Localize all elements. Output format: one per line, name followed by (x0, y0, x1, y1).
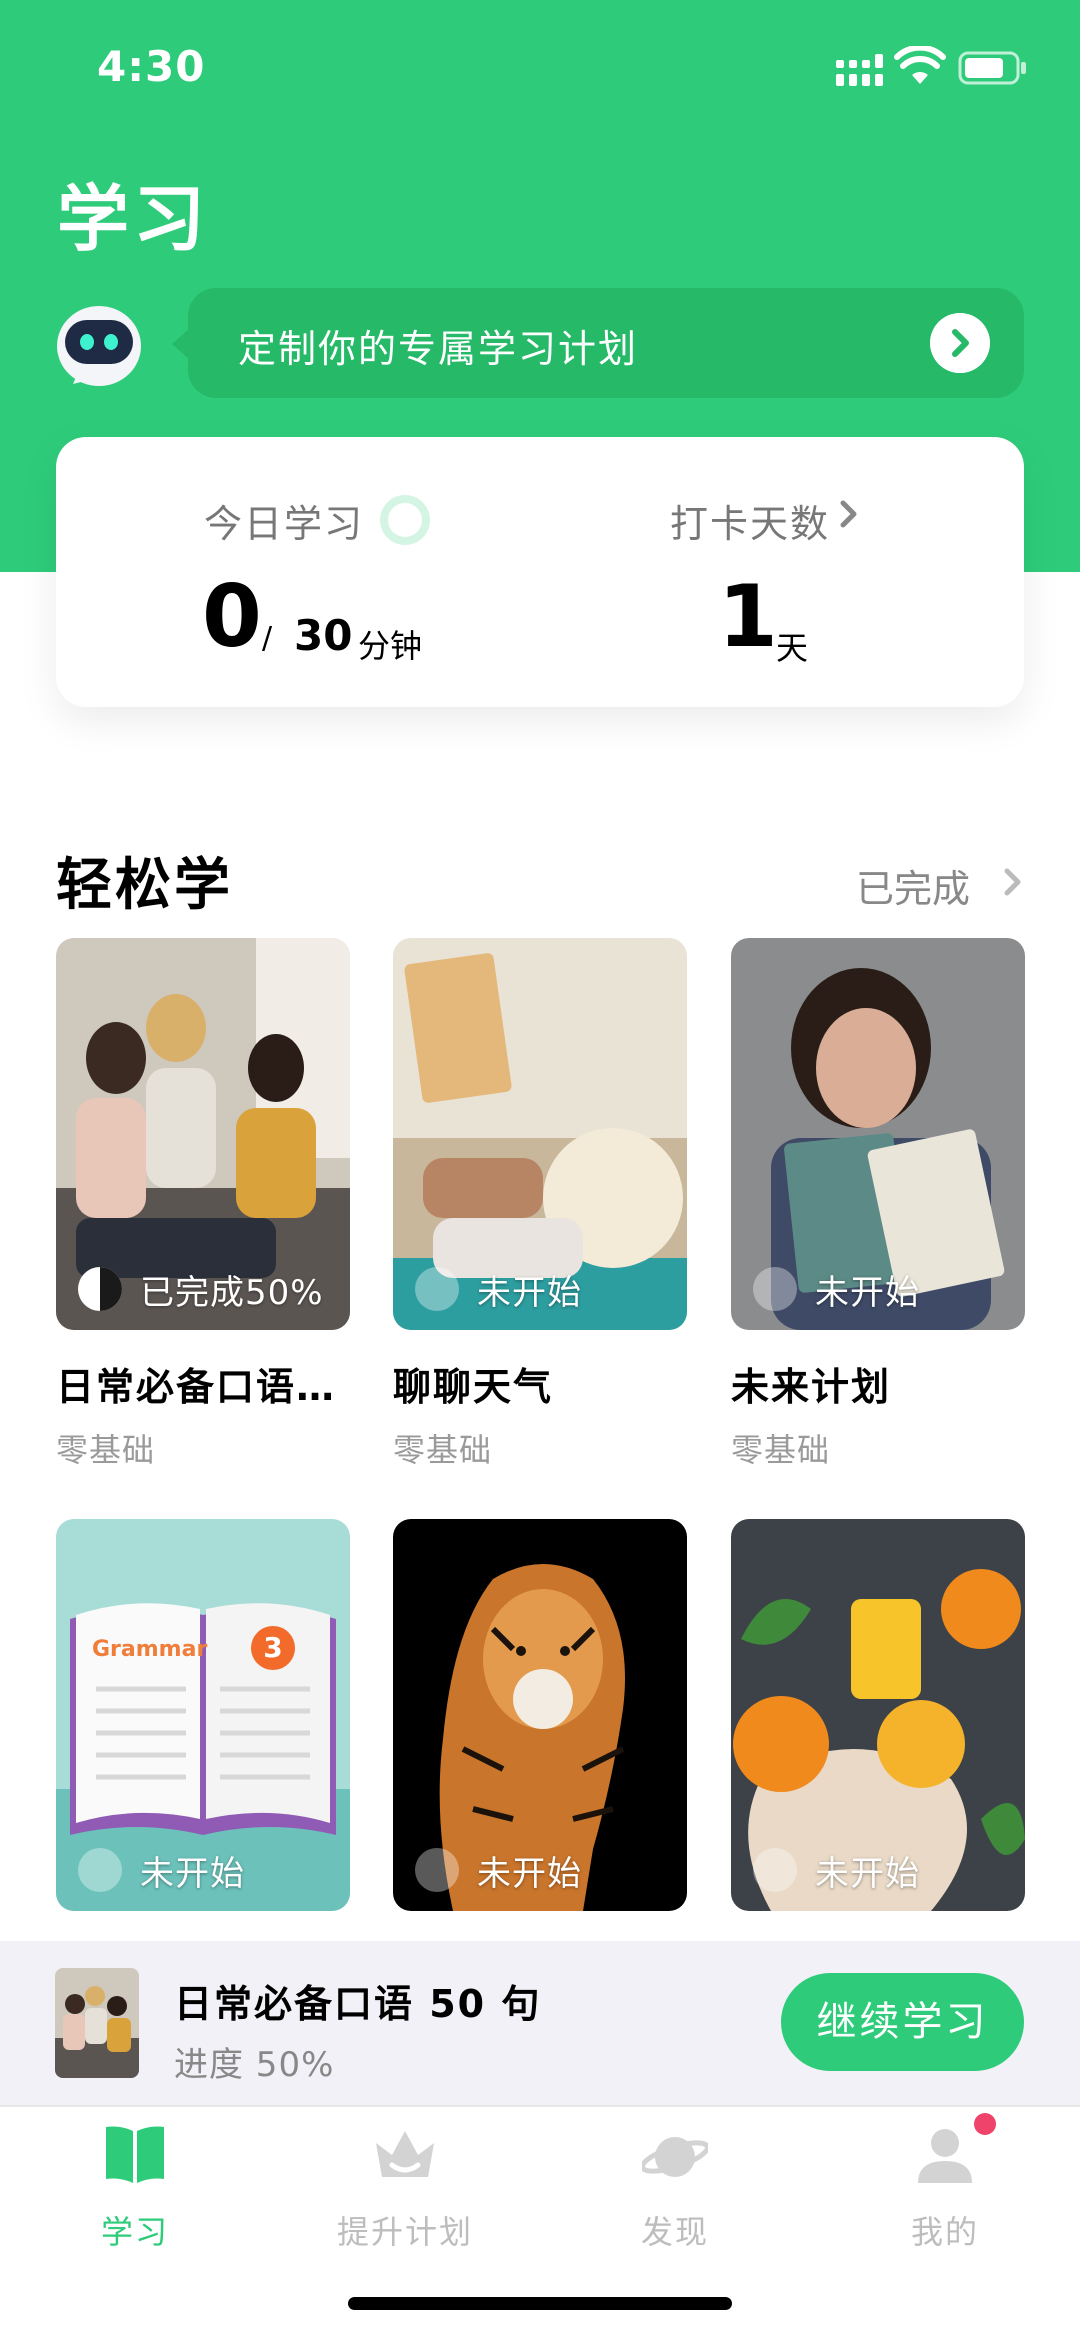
course-cover-image: 未开始 (731, 1519, 1025, 1911)
robot-assistant-icon[interactable] (55, 300, 143, 392)
continue-course-progress: 进度 50% (174, 2045, 335, 2085)
course-level: 零基础 (56, 1431, 156, 1469)
course-card[interactable]: 未开始 (393, 1519, 687, 1911)
checkin-days-unit: 天 (776, 629, 809, 667)
tab-improvement-plan[interactable]: 提升计划 (270, 2107, 540, 2257)
course-status-text: 已完成50% (140, 1272, 324, 1313)
continue-learning-bar[interactable]: 日常必备口语 50 句 进度 50% 继续学习 (0, 1941, 1080, 2105)
checkin-days-link[interactable]: 打卡天数 (670, 493, 830, 548)
course-cover-image: 未开始 (731, 938, 1025, 1330)
course-status-text: 未开始 (815, 1853, 920, 1894)
completed-link[interactable]: 已完成 (856, 858, 970, 913)
study-stats-card: 今日学习 0 / 30 分钟 打卡天数 1 天 (56, 437, 1024, 707)
continue-learning-button[interactable]: 继续学习 (781, 1973, 1024, 2071)
course-title: 未来计划 (731, 1365, 892, 1409)
today-goal-value: 30 (294, 611, 353, 660)
tab-label: 提升计划 (336, 2213, 473, 2251)
course-status-text: 未开始 (815, 1272, 920, 1313)
today-minutes-value: 0 (202, 567, 262, 667)
plan-banner-text: 定制你的专属学习计划 (238, 327, 639, 371)
progress-circle-icon (753, 1848, 797, 1892)
today-study-label: 今日学习 (204, 502, 365, 546)
crown-icon (376, 2131, 434, 2177)
course-status-text: 未开始 (140, 1853, 245, 1894)
course-card[interactable]: 未开始 (731, 1519, 1025, 1911)
half-progress-icon (78, 1267, 122, 1311)
progress-circle-icon (415, 1848, 459, 1892)
person-icon (918, 2129, 972, 2183)
tab-discover[interactable]: 发现 (540, 2107, 810, 2257)
course-status-badge: 已完成50% (78, 1266, 324, 1313)
tab-label: 发现 (640, 2213, 709, 2251)
course-card[interactable]: Grammar 3 未开始 (56, 1519, 350, 1911)
today-unit: 分钟 (358, 627, 423, 665)
cover-label: Grammar (92, 1637, 208, 1662)
checkin-days-value: 1 (718, 567, 778, 667)
course-status-badge: 未开始 (753, 1266, 920, 1313)
today-separator: / (262, 621, 273, 656)
course-card[interactable]: 未开始 未来计划 零基础 (731, 938, 1025, 1471)
course-status-badge: 未开始 (415, 1847, 582, 1894)
course-cover-image: Grammar 3 未开始 (56, 1519, 350, 1911)
course-card[interactable]: 未开始 聊聊天气 零基础 (393, 938, 687, 1471)
continue-course-title: 日常必备口语 50 句 (174, 1982, 542, 2026)
tab-label: 我的 (910, 2213, 979, 2251)
course-status-badge: 未开始 (415, 1266, 582, 1313)
course-status-badge: 未开始 (753, 1847, 920, 1894)
course-level: 零基础 (393, 1431, 493, 1469)
progress-circle-icon (78, 1848, 122, 1892)
progress-circle-icon (415, 1267, 459, 1311)
course-title: 日常必备口语50句 (56, 1365, 350, 1409)
planet-icon (642, 2137, 708, 2177)
cellular-signal-icon (836, 54, 883, 86)
status-time: 4:30 (97, 42, 206, 91)
course-cover-image: 已完成50% (56, 938, 350, 1330)
battery-icon (958, 51, 1026, 85)
continue-course-thumbnail (55, 1968, 139, 2078)
chevron-right-icon (930, 313, 990, 373)
course-status-text: 未开始 (477, 1853, 582, 1894)
wifi-icon (894, 46, 946, 84)
course-cover-image: 未开始 (393, 1519, 687, 1911)
course-status-text: 未开始 (477, 1272, 582, 1313)
home-indicator (348, 2297, 732, 2310)
status-bar: 4:30 (0, 0, 1080, 130)
chevron-right-icon[interactable] (1000, 864, 1026, 900)
chevron-right-icon (840, 500, 857, 528)
course-level: 零基础 (731, 1431, 831, 1469)
tab-label: 学习 (100, 2213, 169, 2251)
course-card[interactable]: 已完成50% 日常必备口语50句 零基础 (56, 938, 350, 1471)
section-title: 轻松学 (56, 853, 233, 918)
notification-dot (974, 2113, 996, 2135)
book-icon (106, 2126, 164, 2183)
cover-number: 3 (263, 1631, 283, 1664)
course-cover-image: 未开始 (393, 938, 687, 1330)
tab-study[interactable]: 学习 (0, 2107, 270, 2257)
progress-circle-icon (753, 1267, 797, 1311)
progress-ring-icon (380, 495, 430, 545)
tab-mine[interactable]: 我的 (810, 2107, 1080, 2257)
page-title: 学习 (57, 177, 210, 261)
custom-plan-banner[interactable]: 定制你的专属学习计划 (172, 288, 1024, 398)
course-status-badge: 未开始 (78, 1847, 245, 1894)
course-title: 聊聊天气 (393, 1365, 554, 1409)
